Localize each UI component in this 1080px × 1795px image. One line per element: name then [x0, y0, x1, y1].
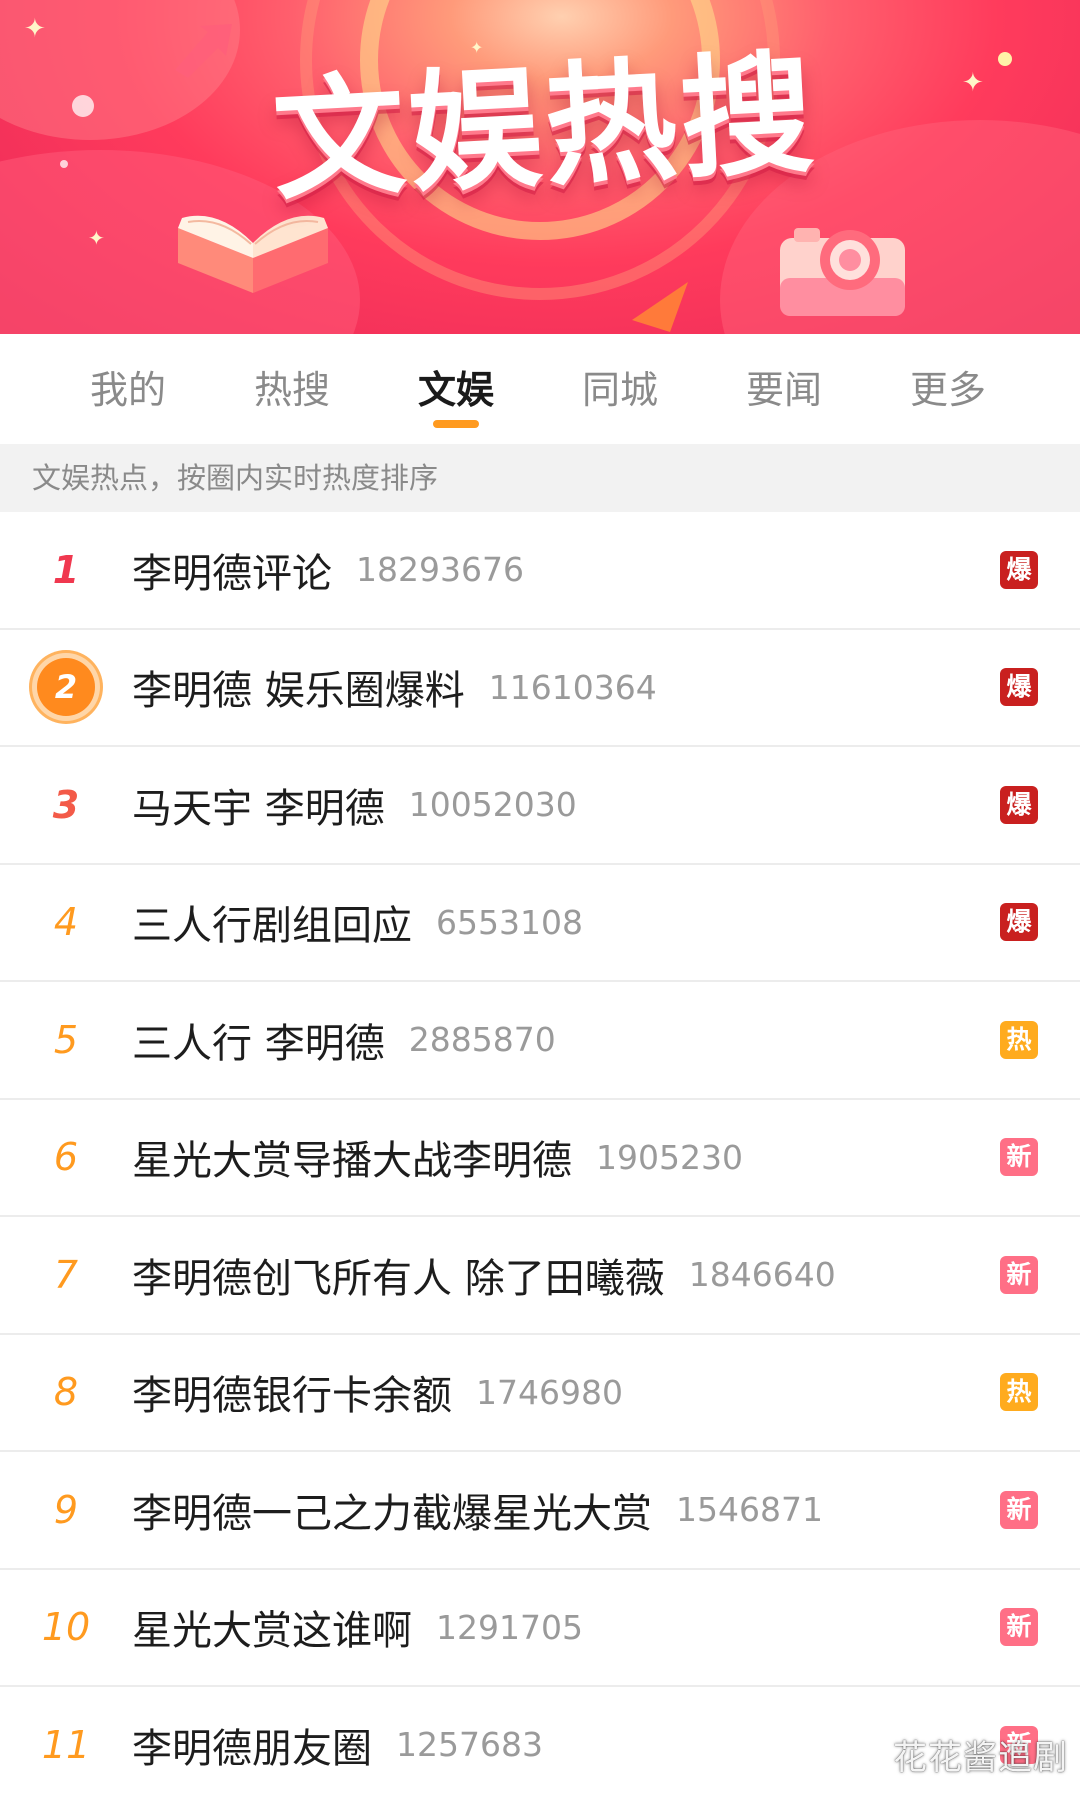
- status-badge: 新: [1000, 1138, 1038, 1177]
- heat-count: 6553108: [436, 902, 583, 942]
- topic-title: 李明德一己之力截爆星光大赏: [132, 1490, 652, 1537]
- tab-news[interactable]: 要闻: [702, 334, 866, 444]
- watermark: 花花酱追剧: [893, 1738, 1068, 1778]
- status-badge: 爆: [1000, 668, 1038, 707]
- banner-dot: [60, 160, 68, 168]
- list-item[interactable]: 10 星光大赏这谁啊 1291705 新: [0, 1569, 1080, 1687]
- rank-number: 4: [53, 900, 79, 945]
- topic-title: 李明德朋友圈: [132, 1725, 372, 1772]
- heat-count: 1546871: [676, 1490, 823, 1530]
- tab-label: 我的: [89, 368, 166, 412]
- heat-count: 1291705: [436, 1607, 583, 1647]
- camera-icon: [780, 228, 905, 316]
- list-item[interactable]: 4 三人行剧组回应 6553108 爆: [0, 864, 1080, 982]
- topic-title: 李明德 娱乐圈爆料: [132, 668, 465, 715]
- list-item[interactable]: 8 李明德银行卡余额 1746980 热: [0, 1334, 1080, 1452]
- arrow-icon: [175, 24, 232, 78]
- topic-title: 星光大赏导播大战李明德: [132, 1138, 572, 1185]
- rank-number: 9: [53, 1487, 79, 1532]
- heat-count: 18293676: [356, 550, 524, 590]
- sparkle-icon: ✦: [962, 68, 984, 98]
- rank-number: 6: [53, 1135, 79, 1180]
- status-badge: 新: [1000, 1255, 1038, 1294]
- banner-title: 文娱热搜: [269, 36, 821, 220]
- tab-label: 更多: [909, 368, 986, 412]
- heat-count: 1746980: [476, 1372, 623, 1412]
- list-item[interactable]: 3 马天宇 李明德 10052030 爆: [0, 747, 1080, 865]
- rank-number: 1: [52, 547, 80, 592]
- rank-number: 11: [41, 1722, 91, 1767]
- rank-number: 10: [41, 1605, 91, 1650]
- list-item[interactable]: 9 李明德一己之力截爆星光大赏 1546871 新: [0, 1452, 1080, 1570]
- topic-title: 李明德银行卡余额: [132, 1373, 452, 1420]
- tab-label: 热搜: [253, 368, 330, 412]
- active-tab-indicator: [433, 420, 479, 428]
- status-badge: 热: [1000, 1373, 1038, 1412]
- banner-dot: [72, 95, 94, 117]
- tab-entertainment[interactable]: 文娱: [374, 334, 538, 444]
- status-badge: 爆: [1000, 903, 1038, 942]
- heat-count: 2885870: [408, 1020, 556, 1060]
- topic-title: 马天宇 李明德: [132, 785, 385, 832]
- status-badge: 新: [1000, 1608, 1038, 1647]
- tab-more[interactable]: 更多: [866, 334, 1030, 444]
- topic-title: 李明德创飞所有人 除了田曦薇: [132, 1255, 665, 1302]
- banner: ✦ ✦ ✦ ✦ 文娱热搜: [0, 0, 1080, 334]
- list-item[interactable]: 5 三人行 李明德 2885870 热: [0, 982, 1080, 1100]
- heat-count: 10052030: [408, 785, 577, 825]
- tab-local[interactable]: 同城: [538, 334, 702, 444]
- rank-number: 2: [37, 658, 95, 717]
- tab-bar: 我的 热搜 文娱 同城 要闻 更多: [0, 334, 1080, 444]
- ranking-description: 文娱热点，按圈内实时热度排序: [0, 444, 1080, 512]
- heat-count: 11610364: [488, 667, 657, 707]
- medal-icon: 2: [0, 658, 132, 717]
- heat-count: 1905230: [596, 1137, 743, 1177]
- sparkle-icon: ✦: [24, 14, 46, 44]
- triangle-icon: [632, 282, 688, 332]
- tab-mine[interactable]: 我的: [46, 334, 210, 444]
- tab-label: 要闻: [745, 368, 822, 412]
- status-badge: 爆: [1000, 785, 1038, 824]
- hot-search-list: 1 李明德评论 18293676 爆 2 李明德 娱乐圈爆料 11610364 …: [0, 512, 1080, 1795]
- rank-number: 3: [52, 782, 80, 827]
- tab-label: 文娱: [417, 368, 494, 412]
- tab-label: 同城: [581, 368, 658, 412]
- heat-count: 1846640: [688, 1255, 836, 1295]
- topic-title: 三人行剧组回应: [132, 903, 412, 950]
- status-badge: 热: [1000, 1020, 1038, 1059]
- topic-title: 星光大赏这谁啊: [132, 1608, 412, 1655]
- rank-number: 8: [53, 1370, 79, 1415]
- list-item[interactable]: 7 李明德创飞所有人 除了田曦薇 1846640 新: [0, 1217, 1080, 1335]
- tab-hot-search[interactable]: 热搜: [210, 334, 374, 444]
- list-item[interactable]: 6 星光大赏导播大战李明德 1905230 新: [0, 1099, 1080, 1217]
- topic-title: 三人行 李明德: [132, 1020, 385, 1067]
- list-item[interactable]: 2 李明德 娱乐圈爆料 11610364 爆: [0, 629, 1080, 747]
- list-item[interactable]: 1 李明德评论 18293676 爆: [0, 512, 1080, 630]
- sparkle-icon: ✦: [88, 226, 105, 250]
- status-badge: 新: [1000, 1490, 1038, 1529]
- heat-count: 1257683: [396, 1725, 543, 1765]
- rank-number: 5: [53, 1017, 79, 1062]
- status-badge: 爆: [1000, 550, 1038, 589]
- rank-number: 7: [53, 1252, 79, 1297]
- banner-dot: [998, 52, 1012, 66]
- topic-title: 李明德评论: [132, 550, 332, 597]
